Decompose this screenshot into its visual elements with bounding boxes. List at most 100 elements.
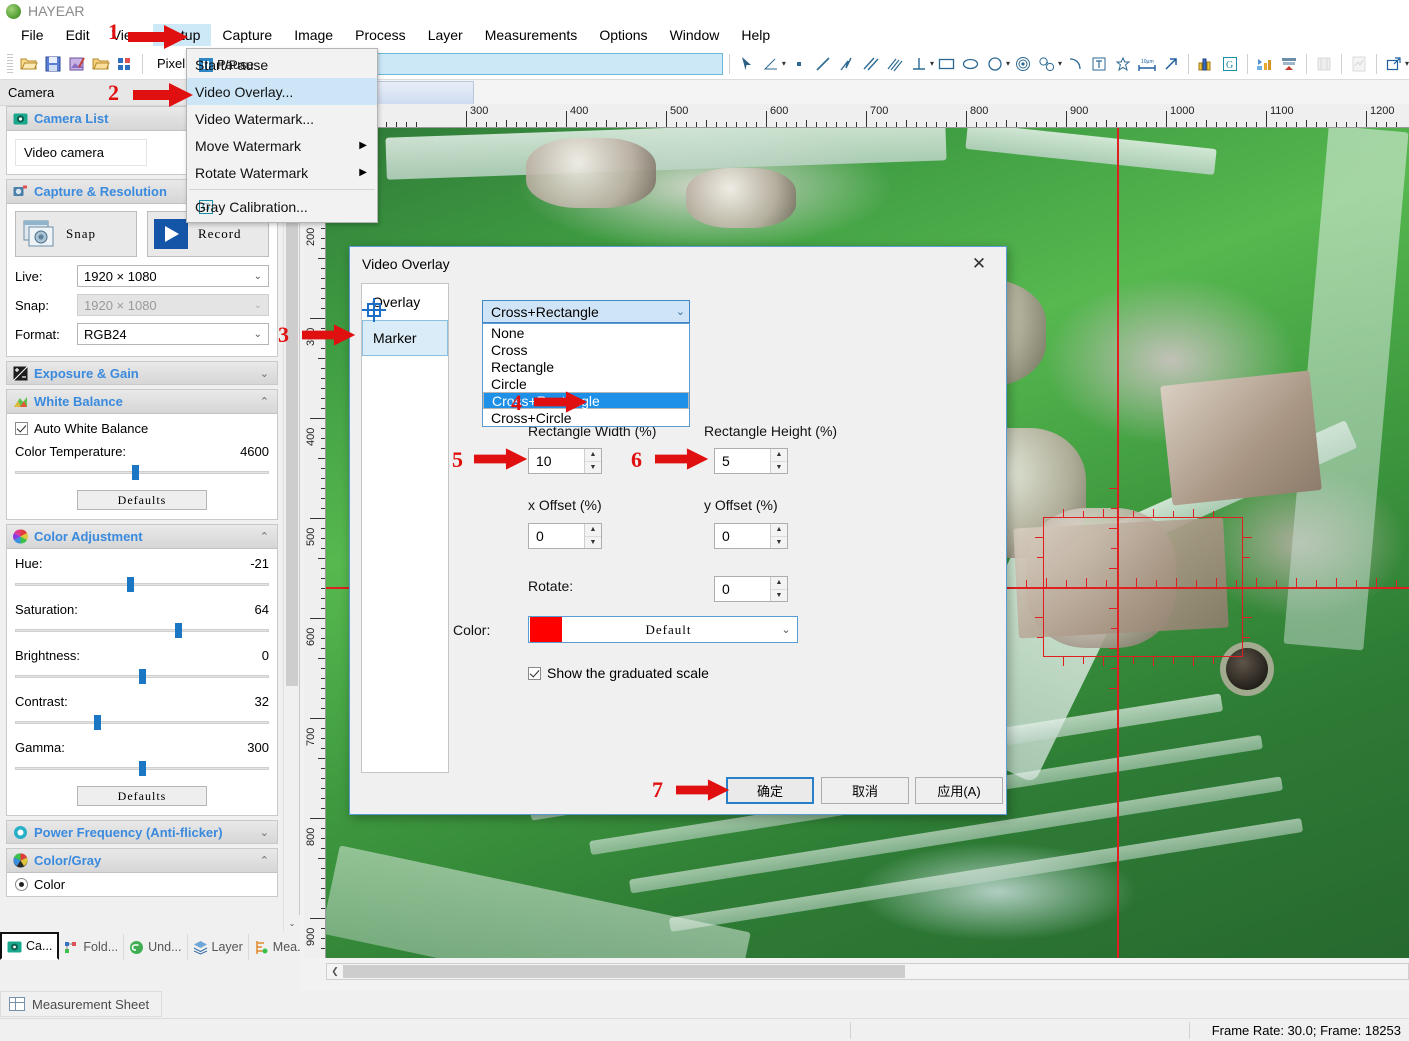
save-disk-icon[interactable] [42,53,64,75]
color-temperature-slider[interactable] [15,463,269,481]
stepper-down-icon[interactable]: ▼ [771,590,787,602]
show-graduated-scale-checkbox[interactable]: Show the graduated scale [528,665,709,681]
ellipse-icon[interactable] [960,53,982,75]
save-image-icon[interactable] [66,53,88,75]
stepper-up-icon[interactable]: ▲ [771,524,787,537]
stepper-down-icon[interactable]: ▼ [585,462,601,474]
white-balance-defaults-button[interactable]: Defaults [77,490,207,510]
type-option-none[interactable]: None [483,324,689,341]
menu-window[interactable]: Window [659,24,731,46]
menu-item-move-watermark[interactable]: Move Watermark ▶ [187,132,377,159]
chain-dropdown-caret-icon[interactable]: ▾ [1058,59,1062,68]
slider-thumb[interactable] [175,623,182,638]
menu-layer[interactable]: Layer [417,24,474,46]
open-image-icon[interactable] [90,53,112,75]
stepper-down-icon[interactable]: ▼ [585,537,601,549]
color-radio[interactable]: Color [15,877,269,892]
dock-tab-layer[interactable]: Layer [188,934,249,960]
slider-thumb[interactable] [132,465,139,480]
brightness-slider[interactable] [15,667,269,685]
type-combobox[interactable]: Cross+Rectangle ⌄ [482,300,690,323]
y-offset-input[interactable]: 0 ▲▼ [714,523,788,549]
group-power-frequency-header[interactable]: Power Frequency (Anti-flicker) ⌄ [6,820,278,844]
menu-edit[interactable]: Edit [55,24,101,46]
menu-file[interactable]: File [10,24,55,46]
color-adjustment-defaults-button[interactable]: Defaults [77,786,207,806]
perpendicular-dropdown-caret-icon[interactable]: ▾ [930,59,934,68]
chevron-double-up-icon[interactable]: ⌃ [260,530,269,543]
chevron-double-up-icon[interactable]: ⌃ [260,854,269,867]
video-horizontal-scrollbar[interactable]: ❮ [326,963,1409,980]
slider-thumb[interactable] [139,669,146,684]
type-option-rectangle[interactable]: Rectangle [483,358,689,375]
contrast-slider[interactable] [15,713,269,731]
side-item-marker[interactable]: Marker [362,320,448,356]
scroll-left-icon[interactable]: ❮ [327,966,343,977]
stepper-up-icon[interactable]: ▲ [771,449,787,462]
rectangle-width-stepper[interactable]: ▲▼ [584,449,601,473]
menu-help[interactable]: Help [730,24,781,46]
rectangle-height-stepper[interactable]: ▲▼ [770,449,787,473]
chevron-double-up-icon[interactable]: ⌃ [260,395,269,408]
slider-thumb[interactable] [94,715,101,730]
polyline-icon[interactable] [836,53,858,75]
chevron-double-down-icon[interactable]: ⌄ [260,826,269,839]
circle-icon[interactable] [984,53,1006,75]
group-exposure-gain-header[interactable]: Exposure & Gain ⌄ [6,361,278,385]
x-offset-input[interactable]: 0 ▲▼ [528,523,602,549]
chain-circle-icon[interactable] [1036,53,1058,75]
scroll-down-icon[interactable]: ⌄ [284,915,300,932]
dock-tab-undo[interactable]: Und... [124,934,187,960]
snap-button[interactable]: Snap [15,211,137,257]
ok-button[interactable]: 确定 [726,777,814,804]
slider-thumb[interactable] [139,761,146,776]
rotate-stepper[interactable]: ▲▼ [770,577,787,601]
stepper-up-icon[interactable]: ▲ [771,577,787,590]
group-white-balance-header[interactable]: White Balance ⌃ [7,390,277,414]
menu-process[interactable]: Process [344,24,417,46]
arrow-annotate-icon[interactable] [1160,53,1182,75]
group-color-gray-header[interactable]: Color/Gray ⌃ [7,849,277,873]
measurement-sheet-tab[interactable]: Measurement Sheet [0,991,162,1017]
camera-list-item[interactable]: Video camera [15,139,147,166]
format-select[interactable]: RGB24 ⌄ [77,323,269,345]
rectangle-width-input[interactable]: 10 ▲▼ [528,448,602,474]
parallel-lines-icon[interactable] [860,53,882,75]
export-dropdown-caret-icon[interactable]: ▾ [1405,59,1409,68]
menu-measurements[interactable]: Measurements [474,24,589,46]
menu-image[interactable]: Image [283,24,344,46]
arc-icon[interactable] [1064,53,1086,75]
dock-scrollbar[interactable]: ⌃ ⌄ [283,106,299,932]
toolbar-grip[interactable] [7,54,13,74]
group-color-adjustment-header[interactable]: Color Adjustment ⌃ [7,525,277,549]
rectangle-icon[interactable] [936,53,958,75]
live-resolution-select[interactable]: 1920 × 1080 ⌄ [77,265,269,287]
stepper-down-icon[interactable]: ▼ [771,537,787,549]
circle-dropdown-caret-icon[interactable]: ▾ [1006,59,1010,68]
scroll-thumb[interactable] [343,965,905,978]
arrow-select-icon[interactable] [736,53,758,75]
type-option-cross[interactable]: Cross [483,341,689,358]
rectangle-height-input[interactable]: 5 ▲▼ [714,448,788,474]
dock-tab-folder[interactable]: Fold... [59,934,124,960]
menu-item-video-watermark[interactable]: Video Watermark... [187,105,377,132]
menu-item-rotate-watermark[interactable]: Rotate Watermark ▶ [187,159,377,186]
cancel-button[interactable]: 取消 [821,777,909,804]
menu-item-video-overlay[interactable]: Video Overlay... [187,78,377,105]
multi-parallel-icon[interactable] [884,53,906,75]
y-offset-stepper[interactable]: ▲▼ [770,524,787,548]
line-icon[interactable] [812,53,834,75]
polygon-star-icon[interactable] [1112,53,1134,75]
apply-button[interactable]: 应用(A) [915,777,1003,804]
menu-item-gray-calibration[interactable]: G Gray Calibration... [187,193,377,220]
auto-white-balance-checkbox[interactable]: Auto White Balance [15,421,269,436]
open-folder-icon[interactable] [18,53,40,75]
menu-options[interactable]: Options [588,24,658,46]
menu-item-start-pause[interactable]: Start/Pause Pause [187,51,377,78]
dock-tab-camera[interactable]: Ca... [0,932,59,960]
color-combobox[interactable]: Default ⌄ [528,616,798,643]
chevron-double-down-icon[interactable]: ⌄ [260,367,269,380]
stack-merge-icon[interactable] [1278,53,1300,75]
color-composite-icon[interactable] [1254,53,1276,75]
text-icon[interactable] [1088,53,1110,75]
